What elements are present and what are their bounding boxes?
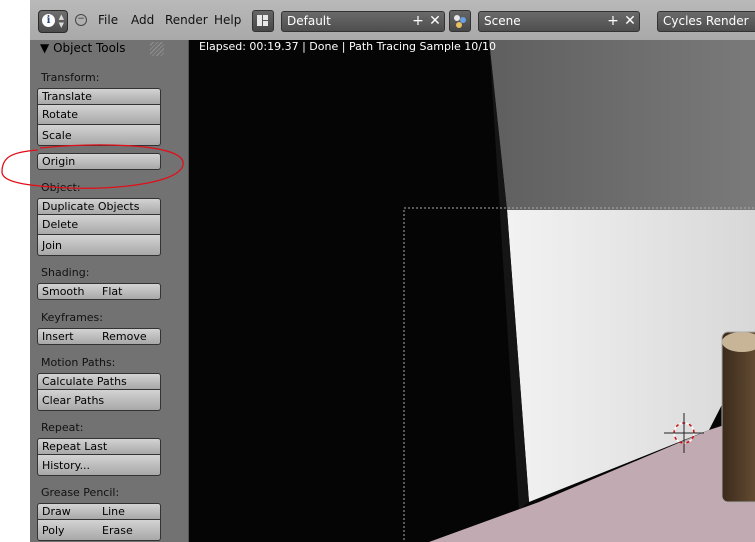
x-icon[interactable]: ✕ — [427, 12, 443, 31]
history-button[interactable]: History... — [37, 455, 161, 476]
menu-add[interactable]: Add — [131, 13, 154, 27]
section-label-shading: Shading: — [41, 266, 90, 279]
delete-button[interactable]: Delete — [37, 215, 161, 235]
line-button[interactable]: Line — [98, 503, 161, 520]
section-label-motion-paths: Motion Paths: — [41, 356, 116, 369]
screen-layout-icon[interactable] — [252, 10, 274, 32]
calculate-paths-button[interactable]: Calculate Paths — [37, 373, 161, 390]
draw-button[interactable]: Draw — [37, 503, 99, 520]
poly-button[interactable]: Poly — [37, 520, 99, 541]
scene-icon[interactable] — [449, 10, 471, 32]
section-label-grease-pencil: Grease Pencil: — [41, 486, 120, 499]
up-down-arrows-icon: ▲ ▼ — [58, 13, 64, 29]
join-button[interactable]: Join — [37, 235, 161, 256]
panel-title: Object Tools — [53, 41, 126, 55]
flat-button[interactable]: Flat — [98, 283, 161, 300]
translate-button[interactable]: Translate — [37, 88, 161, 105]
editor-type-selector[interactable]: i ▲ ▼ — [38, 10, 68, 33]
section-label-transform: Transform: — [41, 71, 100, 84]
insert-keyframe-button[interactable]: Insert — [37, 328, 99, 345]
scene-dropdown[interactable]: Scene + ✕ — [478, 11, 640, 32]
rendered-scene — [189, 40, 755, 542]
annotation-circle — [1, 144, 184, 189]
render-engine-name: Cycles Render — [663, 14, 749, 28]
panel-header-object-tools[interactable]: ▼ Object Tools — [40, 41, 126, 55]
menu-file[interactable]: File — [98, 13, 118, 27]
smooth-button[interactable]: Smooth — [37, 283, 99, 300]
duplicate-objects-button[interactable]: Duplicate Objects — [37, 198, 161, 215]
disclosure-triangle-icon[interactable]: ▼ — [40, 41, 49, 55]
3d-viewport[interactable]: Elapsed: 00:19.37 | Done | Path Tracing … — [189, 40, 755, 542]
repeat-last-button[interactable]: Repeat Last — [37, 438, 161, 455]
x-icon[interactable]: ✕ — [622, 12, 638, 31]
scene-name: Scene — [484, 14, 521, 28]
layout-glyph — [257, 15, 268, 26]
render-engine-dropdown[interactable]: Cycles Render — [657, 11, 755, 32]
plus-icon[interactable]: + — [410, 12, 426, 31]
rotate-button[interactable]: Rotate — [37, 105, 161, 125]
screen-layout-dropdown[interactable]: Default + ✕ — [281, 11, 445, 32]
remove-keyframe-button[interactable]: Remove — [98, 328, 161, 345]
info-icon: i — [42, 14, 55, 27]
clear-paths-button[interactable]: Clear Paths — [37, 390, 161, 411]
screen-layout-name: Default — [287, 14, 331, 28]
scene-glyph — [454, 15, 466, 28]
render-status-text: Elapsed: 00:19.37 | Done | Path Tracing … — [199, 40, 496, 53]
tool-shelf: ▼ Object Tools Transform: Translate Rota… — [30, 40, 189, 542]
erase-button[interactable]: Erase — [98, 520, 161, 541]
menu-help[interactable]: Help — [214, 13, 241, 27]
section-label-repeat: Repeat: — [41, 421, 84, 434]
menu-render[interactable]: Render — [165, 13, 208, 27]
plus-icon[interactable]: + — [605, 12, 621, 31]
collapse-menus-icon[interactable]: − — [75, 14, 87, 26]
section-label-keyframes: Keyframes: — [41, 311, 103, 324]
info-header: i ▲ ▼ − File Add Render Help Default + ✕ … — [30, 0, 755, 41]
drag-grip-icon[interactable] — [150, 42, 164, 56]
